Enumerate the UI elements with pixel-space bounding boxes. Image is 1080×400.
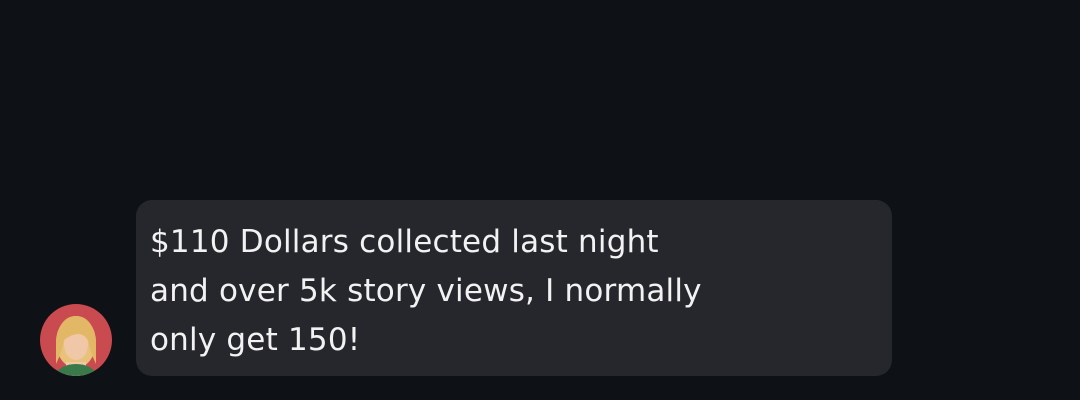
chat-screen: $110 Dollars collected last night and ov… (0, 0, 1080, 400)
message-line: only get 150! (150, 322, 361, 358)
sender-avatar[interactable] (40, 304, 112, 376)
message-bubble[interactable]: $110 Dollars collected last night and ov… (136, 200, 892, 376)
message-line: $110 Dollars collected last night (150, 224, 659, 260)
message-text: $110 Dollars collected last night and ov… (150, 218, 810, 365)
avatar-photo-icon (40, 304, 112, 376)
message-line: and over 5k story views, I normally (150, 273, 702, 309)
